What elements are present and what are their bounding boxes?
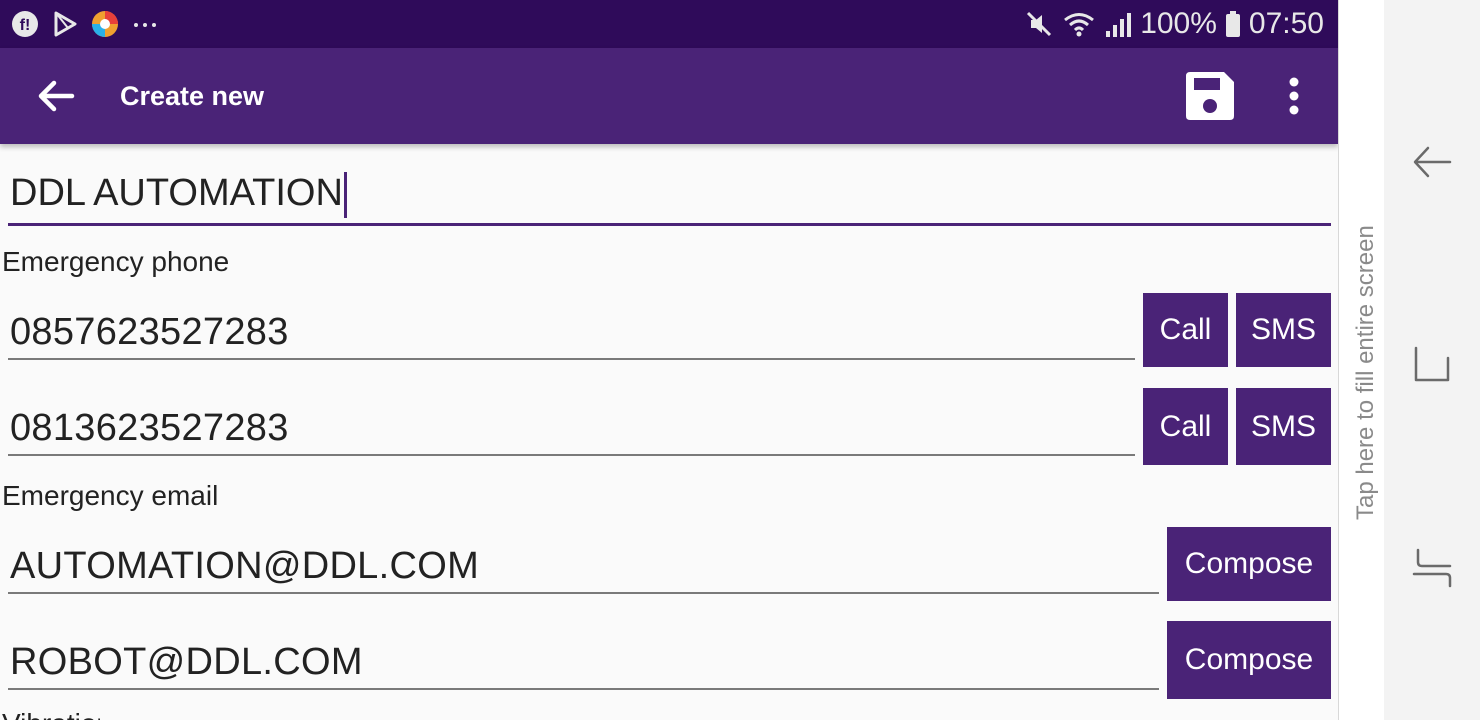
back-arrow-icon[interactable] xyxy=(28,68,84,124)
app-screen: f! 100% 07:50 Create new DDL AUTOMATION … xyxy=(0,0,1338,720)
back-nav-icon[interactable] xyxy=(1410,140,1454,184)
compose-button-2[interactable]: Compose xyxy=(1167,621,1331,699)
email-field-2[interactable]: ROBOT@DDL.COM xyxy=(8,624,1159,690)
app-bar: Create new xyxy=(0,48,1338,144)
phone-field-1[interactable]: 0857623527283 xyxy=(8,294,1135,360)
phone-value-2: 0813623527283 xyxy=(10,407,289,449)
save-icon[interactable] xyxy=(1178,64,1242,128)
status-time: 07:50 xyxy=(1248,7,1324,40)
status-left-icons: f! xyxy=(10,8,160,40)
sms-button-2[interactable]: SMS xyxy=(1236,388,1331,465)
app-notification-icon: f! xyxy=(12,11,38,37)
play-store-icon xyxy=(54,11,77,37)
fill-screen-strip[interactable]: Tap here to fill entire screen xyxy=(1338,0,1384,720)
email-value-2: ROBOT@DDL.COM xyxy=(10,641,363,683)
phone-field-2[interactable]: 0813623527283 xyxy=(8,390,1135,456)
emergency-email-label: Emergency email xyxy=(2,480,219,511)
text-cursor xyxy=(343,171,347,218)
next-section-label: Vibration xyxy=(0,700,100,720)
call-button-1[interactable]: Call xyxy=(1143,293,1228,367)
home-nav-icon[interactable] xyxy=(1410,342,1454,386)
contact-name-input[interactable]: DDL AUTOMATION xyxy=(8,160,1331,226)
recents-nav-icon[interactable] xyxy=(1410,546,1454,590)
call-button-2[interactable]: Call xyxy=(1143,388,1228,465)
system-nav-bar xyxy=(1384,0,1480,720)
compose-button-1[interactable]: Compose xyxy=(1167,527,1331,601)
status-right-icons: 100% 07:50 xyxy=(1024,6,1324,42)
mute-icon xyxy=(1027,11,1052,37)
browser-icon xyxy=(92,11,118,37)
vibration-label-partial: Vibration xyxy=(2,708,100,720)
phone-value-1: 0857623527283 xyxy=(10,311,289,353)
sms-button-1[interactable]: SMS xyxy=(1236,293,1331,367)
svg-text:f!: f! xyxy=(20,17,31,34)
fill-screen-text[interactable]: Tap here to fill entire screen xyxy=(1343,0,1389,520)
email-value-1: AUTOMATION@DDL.COM xyxy=(10,545,480,587)
contact-name-value: DDL AUTOMATION xyxy=(10,172,343,214)
wifi-icon xyxy=(1064,13,1095,37)
email-field-1[interactable]: AUTOMATION@DDL.COM xyxy=(8,528,1159,594)
battery-percent: 100% xyxy=(1140,7,1217,40)
battery-icon xyxy=(1225,11,1240,37)
emergency-phone-label: Emergency phone xyxy=(2,246,230,277)
more-vert-icon[interactable] xyxy=(1272,68,1316,124)
more-notifications-icon xyxy=(134,23,156,27)
page-title: Create new xyxy=(120,81,265,111)
signal-icon xyxy=(1106,13,1132,37)
status-bar: f! 100% 07:50 xyxy=(0,0,1338,48)
